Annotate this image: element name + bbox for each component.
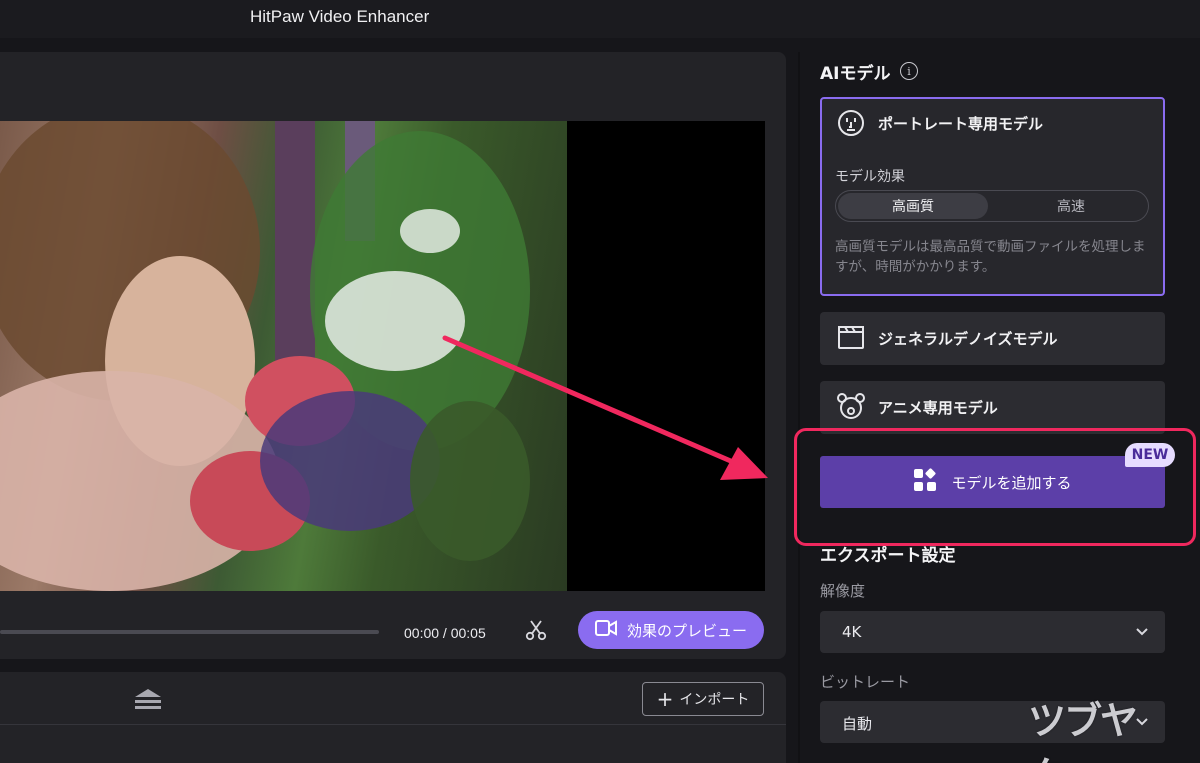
app-title: HitPaw Video Enhancer [250,7,430,26]
bitrate-value: 自動 [842,715,873,733]
scissors-icon[interactable] [524,618,548,642]
resolution-select[interactable]: 4K [820,611,1165,653]
video-thumbnail [0,121,567,591]
video-camera-icon [594,619,617,641]
portrait-model-description: 高画質モデルは最高品質で動画ファイルを処理しますが、時間がかかります。 [835,239,1146,275]
panel-divider [798,52,800,763]
time-readout: 00:00 / 00:05 [404,625,486,641]
plus-icon: + [656,687,674,711]
info-icon[interactable]: i [900,62,918,80]
chevron-down-icon [1136,628,1148,636]
timeline-track[interactable] [0,630,379,634]
resolution-value: 4K [842,623,862,641]
resolution-label: 解像度 [820,582,866,600]
preview-effect-button[interactable]: 効果のプレビュー [578,611,764,649]
import-button-label: インポート [679,692,750,708]
layers-icon[interactable] [133,688,163,712]
clapperboard-icon [838,326,864,354]
ai-model-title: AIモデル [820,64,891,84]
portrait-model-title: ポートレート専用モデル [878,115,1044,133]
model-effect-label: モデル効果 [835,169,905,185]
divider [0,724,786,725]
video-frame [0,121,765,591]
face-icon [836,108,866,142]
preview-button-label: 効果のプレビュー [626,621,747,640]
bear-icon [836,392,866,424]
anime-model-title: アニメ専用モデル [878,399,998,417]
watermark-logo: ツブヤク。 [1028,699,1138,763]
option-high-quality[interactable]: 高画質 [838,193,988,219]
highlight-box [794,428,1196,546]
import-button[interactable]: + インポート [642,682,764,716]
general-denoise-model-title: ジェネラルデノイズモデル [878,330,1058,348]
bitrate-label: ビットレート [820,673,911,691]
option-fast[interactable]: 高速 [996,193,1146,219]
title-bar: HitPaw Video Enhancer [0,0,1200,38]
